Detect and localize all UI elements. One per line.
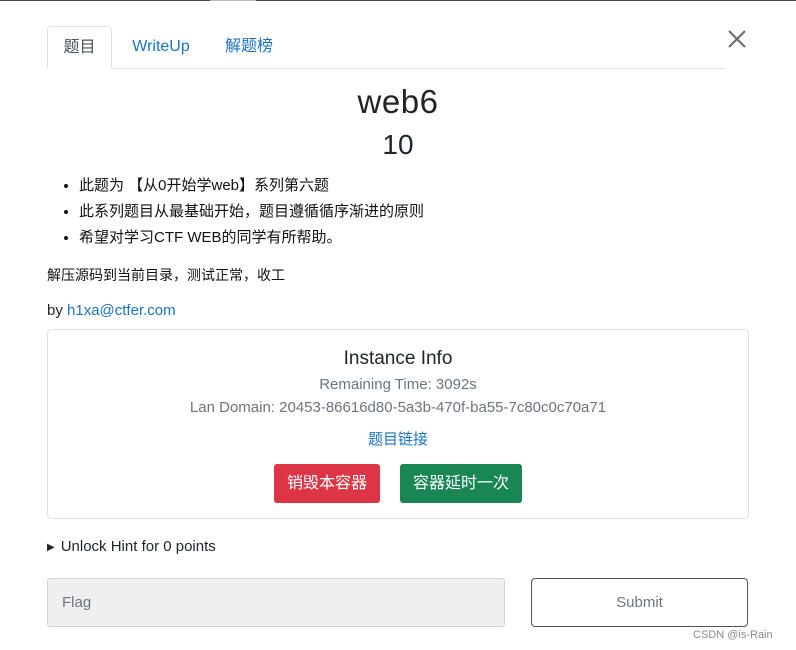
challenge-name: web6: [357, 83, 439, 120]
author-link[interactable]: h1xa@ctfer.com: [67, 302, 176, 319]
triangle-right-icon: ▶: [47, 542, 55, 553]
remaining-time: Remaining Time: 3092s: [319, 376, 477, 393]
challenge-note: 解压源码到当前目录，测试正常，收工: [47, 267, 285, 283]
challenge-points: 10: [382, 129, 414, 160]
tab-writeup[interactable]: WriteUp: [120, 26, 202, 67]
author-prefix: by: [47, 302, 68, 319]
description-item: 希望对学习CTF WEB的同学有所帮助。: [79, 225, 424, 251]
challenge-link[interactable]: 题目链接: [48, 428, 748, 449]
description-item: 此系列题目从最基础开始，题目遵循循序渐进的原则: [79, 199, 424, 225]
hint-label: Unlock Hint for 0 points: [60, 538, 216, 555]
flag-input[interactable]: [47, 578, 505, 627]
close-button[interactable]: [724, 26, 750, 52]
close-icon: [728, 30, 746, 48]
submit-button[interactable]: Submit: [531, 578, 748, 627]
destroy-container-button[interactable]: 销毁本容器: [274, 464, 380, 503]
instance-title: Instance Info: [343, 348, 453, 369]
author-line: by h1xa@ctfer.com: [47, 302, 176, 319]
challenge-description: 此题为 【从0开始学web】系列第六题 此系列题目从最基础开始，题目遵循循序渐进…: [47, 173, 424, 251]
challenge-modal: 题目 WriteUp 解题榜 web6 10 此题为 【从0开始学web】系列第…: [0, 1, 796, 650]
watermark: CSDN @is-Rain: [693, 629, 773, 641]
unlock-hint-toggle[interactable]: ▶ Unlock Hint for 0 points: [47, 538, 216, 555]
description-item: 此题为 【从0开始学web】系列第六题: [79, 173, 424, 199]
tab-solves[interactable]: 解题榜: [217, 26, 281, 67]
instance-info-card: Instance Info Remaining Time: 3092s Lan …: [47, 329, 749, 519]
challenge-tabs: 题目 WriteUp 解题榜: [47, 26, 725, 69]
tab-challenge[interactable]: 题目: [47, 26, 112, 69]
lan-domain: Lan Domain: 20453-86616d80-5a3b-470f-ba5…: [189, 399, 607, 416]
extend-container-button[interactable]: 容器延时一次: [400, 464, 522, 503]
